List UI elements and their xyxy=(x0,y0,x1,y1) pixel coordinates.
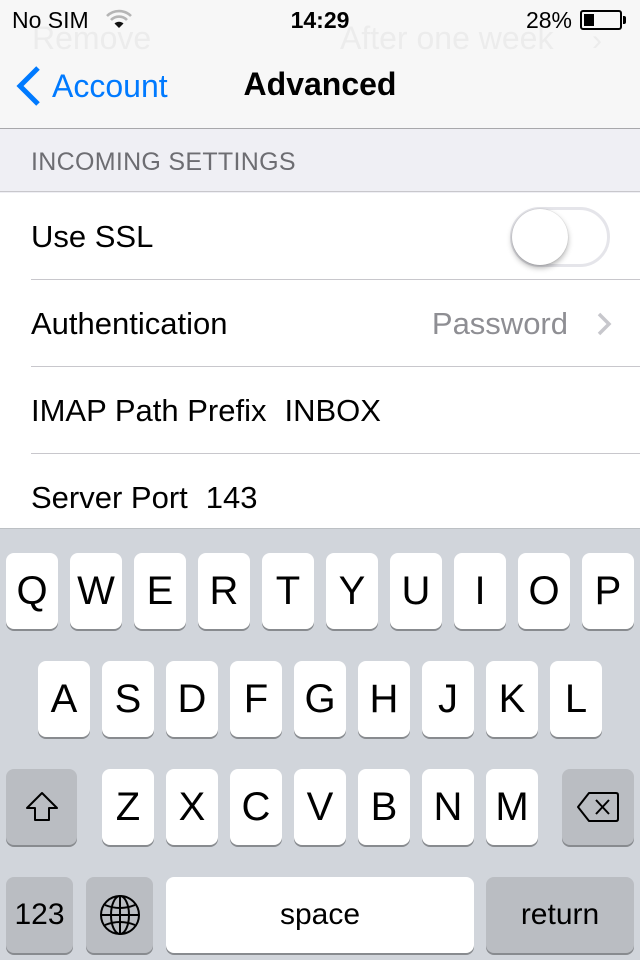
use-ssl-label: Use SSL xyxy=(31,218,154,254)
key-s[interactable]: S xyxy=(102,661,154,737)
key-o[interactable]: O xyxy=(518,553,570,629)
authentication-row[interactable]: Authentication Password xyxy=(0,280,640,367)
server-port-field[interactable] xyxy=(205,479,466,516)
globe-icon xyxy=(99,895,140,935)
key-i[interactable]: I xyxy=(454,553,506,629)
space-key[interactable]: space xyxy=(166,877,474,953)
server-port-label: Server Port xyxy=(31,479,188,515)
key-g[interactable]: G xyxy=(294,661,346,737)
key-y[interactable]: Y xyxy=(326,553,378,629)
settings-list: Use SSL Authentication Password IMAP Pat… xyxy=(0,193,640,529)
shift-key[interactable] xyxy=(6,769,77,845)
use-ssl-toggle[interactable] xyxy=(510,206,610,267)
battery-percentage: 28% xyxy=(525,7,572,33)
navigation-bar: Remove After one week › No SIM 14:29 28%… xyxy=(0,0,640,129)
key-x[interactable]: X xyxy=(166,769,218,845)
key-u[interactable]: U xyxy=(390,553,442,629)
key-w[interactable]: W xyxy=(70,553,122,629)
chevron-right-icon xyxy=(597,312,612,335)
key-m[interactable]: M xyxy=(486,769,538,845)
use-ssl-row: Use SSL xyxy=(0,193,640,280)
key-z[interactable]: Z xyxy=(102,769,154,845)
imap-path-prefix-field[interactable] xyxy=(284,392,545,429)
imap-path-prefix-row: IMAP Path Prefix xyxy=(0,367,640,454)
shift-icon xyxy=(25,792,58,821)
key-p[interactable]: P xyxy=(582,553,634,629)
key-l[interactable]: L xyxy=(550,661,602,737)
status-bar: No SIM 14:29 28% xyxy=(0,0,640,40)
key-v[interactable]: V xyxy=(294,769,346,845)
key-t[interactable]: T xyxy=(262,553,314,629)
key-c[interactable]: C xyxy=(230,769,282,845)
key-a[interactable]: A xyxy=(38,661,90,737)
return-key[interactable]: return xyxy=(486,877,634,953)
battery-icon xyxy=(580,10,622,30)
key-k[interactable]: K xyxy=(486,661,538,737)
globe-key[interactable] xyxy=(86,877,153,953)
authentication-label: Authentication xyxy=(31,305,228,341)
key-j[interactable]: J xyxy=(422,661,474,737)
key-q[interactable]: Q xyxy=(6,553,58,629)
section-header-label: INCOMING SETTINGS xyxy=(31,148,296,176)
imap-path-prefix-label: IMAP Path Prefix xyxy=(31,392,267,428)
delete-icon xyxy=(577,792,619,822)
page-title: Advanced xyxy=(243,66,397,102)
authentication-value: Password xyxy=(431,305,568,341)
battery-level-fill xyxy=(584,14,594,26)
key-f[interactable]: F xyxy=(230,661,282,737)
key-n[interactable]: N xyxy=(422,769,474,845)
key-e[interactable]: E xyxy=(134,553,186,629)
key-r[interactable]: R xyxy=(198,553,250,629)
key-d[interactable]: D xyxy=(166,661,218,737)
section-header: INCOMING SETTINGS xyxy=(0,130,640,192)
delete-key[interactable] xyxy=(562,769,634,845)
numbers-key[interactable]: 123 xyxy=(6,877,73,953)
key-h[interactable]: H xyxy=(358,661,410,737)
battery-terminal xyxy=(623,16,626,24)
key-b[interactable]: B xyxy=(358,769,410,845)
keyboard: 123 space return QWERTYUIOP ASDFGHJKL ZXCV… xyxy=(0,528,640,960)
toggle-knob xyxy=(512,208,568,265)
